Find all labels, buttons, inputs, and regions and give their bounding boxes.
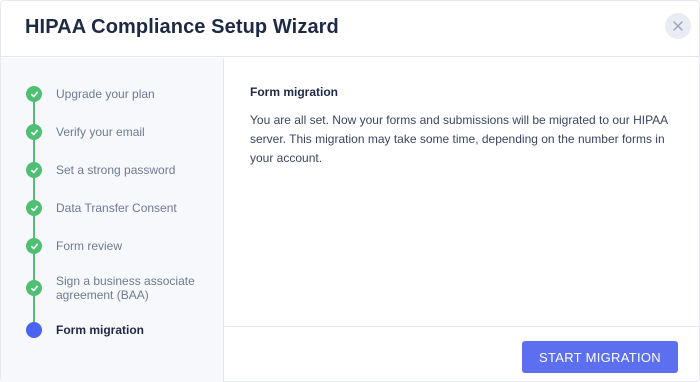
check-icon [26, 200, 42, 216]
current-step-dot-icon [26, 322, 42, 338]
step-sign-baa[interactable]: Sign a business associate agreement (BAA… [1, 273, 223, 309]
step-label: Form migration [56, 323, 145, 337]
check-icon [26, 124, 42, 140]
step-verify-email[interactable]: Verify your email [1, 117, 223, 147]
check-icon [26, 162, 42, 178]
step-label: Verify your email [56, 125, 145, 139]
step-label: Sign a business associate agreement (BAA… [56, 274, 195, 302]
step-data-transfer-consent[interactable]: Data Transfer Consent [1, 193, 223, 223]
close-icon [673, 21, 683, 31]
dialog-title: HIPAA Compliance Setup Wizard [25, 16, 339, 38]
step-form-migration[interactable]: Form migration [1, 315, 223, 345]
step-strong-password[interactable]: Set a strong password [1, 155, 223, 185]
step-content: Form migration You are all set. Now your… [225, 58, 699, 326]
step-label: Upgrade your plan [56, 87, 155, 101]
dialog-footer: START MIGRATION [225, 326, 699, 382]
check-icon [26, 238, 42, 254]
check-icon [26, 86, 42, 102]
content-heading: Form migration [250, 85, 339, 99]
dialog-header: HIPAA Compliance Setup Wizard [1, 1, 699, 57]
step-label: Set a strong password [56, 163, 176, 177]
steps-sidebar: Upgrade your plan Verify your email Set … [1, 58, 224, 382]
hipaa-wizard-dialog: HIPAA Compliance Setup Wizard Upgrade yo… [0, 0, 700, 382]
step-form-review[interactable]: Form review [1, 231, 223, 261]
step-upgrade-plan[interactable]: Upgrade your plan [1, 79, 223, 109]
step-label: Data Transfer Consent [56, 201, 177, 215]
check-icon [26, 280, 42, 296]
start-migration-button[interactable]: START MIGRATION [522, 341, 678, 373]
close-button[interactable] [665, 13, 691, 39]
step-label: Form review [56, 239, 123, 253]
content-description: You are all set. Now your forms and subm… [250, 113, 668, 165]
